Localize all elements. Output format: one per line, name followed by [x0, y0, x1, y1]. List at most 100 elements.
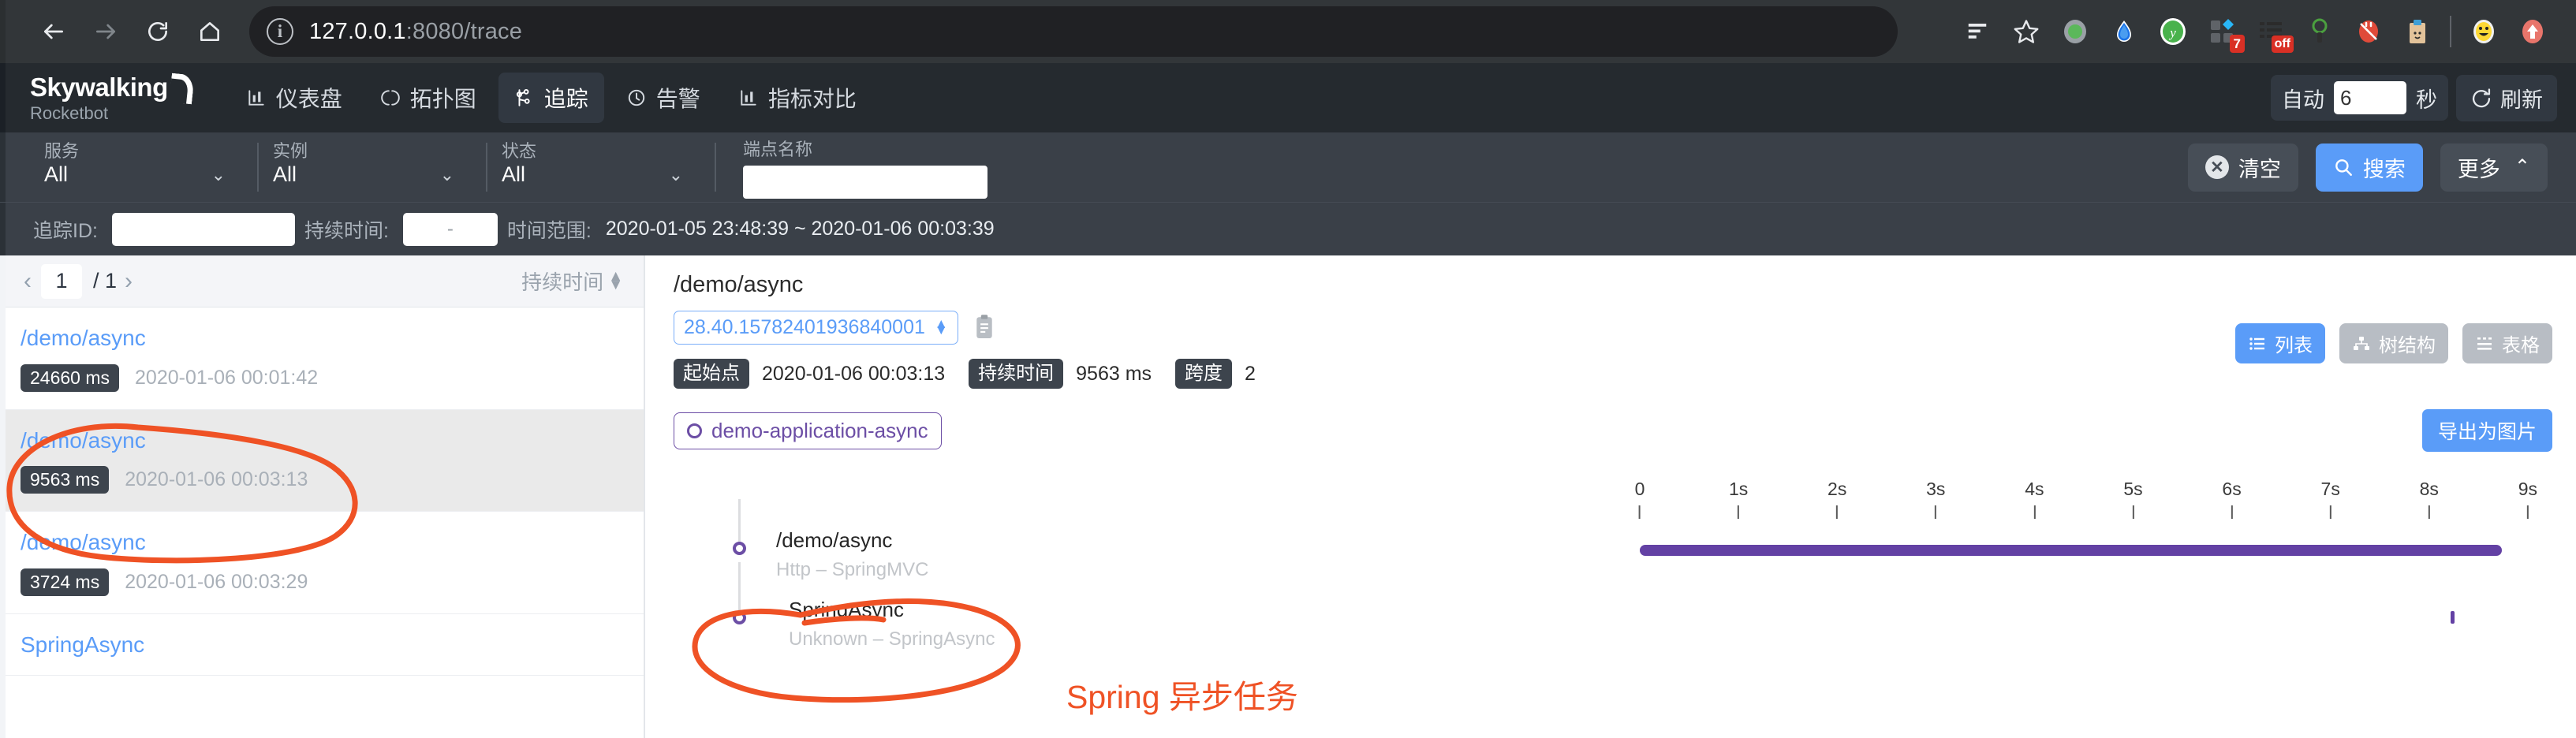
menu-item-trace[interactable]: 追踪 — [498, 73, 604, 123]
time-range-value[interactable]: 2020-01-05 23:48:39 ~ 2020-01-06 00:03:3… — [606, 218, 995, 240]
more-label: 更多 — [2457, 157, 2500, 181]
main-content: ‹ 1 / 1 › 持续时间 ▲ ▼ /demo/async 24660 ms 2… — [0, 255, 2576, 738]
clipboard-copy-icon[interactable] — [973, 314, 996, 341]
profile-avatar-icon[interactable] — [2508, 7, 2557, 56]
auto-refresh-interval-input[interactable] — [2334, 81, 2406, 114]
duration-filter-label: 持续时间: — [304, 219, 389, 242]
span-bar-track — [1640, 594, 2529, 668]
home-button[interactable] — [188, 9, 232, 54]
tick-6: 6s — [2222, 480, 2242, 520]
topology-icon — [380, 88, 401, 108]
url-host: 127.0.0.1 — [309, 18, 406, 44]
chevron-down-icon: ⌄ — [439, 165, 454, 184]
view-mode-list-button[interactable]: 列表 — [2235, 323, 2325, 363]
view-mode-table-button[interactable]: 表格 — [2462, 323, 2552, 363]
trace-id-select[interactable]: 28.40.15782401936840001 ▲ ▼ — [674, 310, 958, 345]
current-page-input[interactable]: 1 — [41, 263, 82, 299]
app-logo[interactable]: Skywalking Rocketbot — [30, 74, 186, 122]
instance-select[interactable]: 实例 All ⌄ — [259, 143, 487, 192]
reload-icon — [148, 22, 167, 41]
pagination-bar: ‹ 1 / 1 › 持续时间 ▲ ▼ — [0, 255, 644, 308]
bookmark-star-icon[interactable] — [2002, 7, 2051, 56]
blue-drop-extension-icon[interactable] — [2100, 7, 2149, 56]
tick-mark — [1638, 505, 1641, 520]
sort-by-duration-button[interactable]: 持续时间 ▲ ▼ — [521, 266, 623, 296]
status-select-label: 状态 — [502, 141, 537, 161]
red-plug-extension-icon[interactable] — [2344, 7, 2393, 56]
next-page-button[interactable]: › — [117, 269, 140, 293]
trace-list: /demo/async 24660 ms 2020-01-06 00:01:42… — [0, 308, 644, 738]
close-icon: ✕ — [2205, 155, 2229, 179]
list-extension-icon[interactable]: off — [2246, 7, 2295, 56]
menu-item-dashboard[interactable]: 仪表盘 — [230, 73, 358, 123]
forward-button[interactable] — [84, 9, 128, 54]
more-button[interactable]: 更多 ⌃ — [2440, 143, 2548, 192]
view-mode-tree-button[interactable]: 树结构 — [2339, 323, 2448, 363]
refresh-icon — [2472, 88, 2491, 108]
span-row[interactable]: SpringAsync Unknown – SpringAsync — [674, 562, 2552, 668]
clear-button[interactable]: ✕ 清空 — [2187, 143, 2298, 192]
navbar-right: 自动 秒 刷新 — [2271, 74, 2576, 121]
span-dot-icon — [733, 611, 746, 625]
tick-mark — [1836, 505, 1839, 520]
menu-item-alarm[interactable]: 告警 — [610, 73, 716, 123]
reading-list-icon[interactable] — [1953, 7, 2002, 56]
list-item[interactable]: /demo/async 24660 ms 2020-01-06 00:01:42 — [0, 308, 644, 410]
duration-filter-input[interactable] — [402, 212, 498, 246]
logo-swoosh-icon — [170, 79, 186, 99]
view-mode-list-label: 列表 — [2275, 335, 2313, 356]
browser-toolbar: i 127.0.0.1:8080/trace y 7 off — [0, 0, 2576, 63]
prev-page-button[interactable]: ‹ — [16, 269, 39, 293]
span-tree-connector — [713, 562, 760, 668]
timeline-ruler: 0 1s 2s 3s 4s 5s 6s 7s 8s 9s — [1635, 480, 2537, 524]
span-bar[interactable] — [1640, 545, 2503, 557]
endpoint-name-group: 端点名称 — [743, 136, 987, 199]
trace-item-duration: 24660 ms — [21, 363, 120, 392]
emoji-extension-icon[interactable] — [2459, 7, 2508, 56]
dashboard-icon — [246, 88, 267, 108]
menu-label-topology: 拓扑图 — [409, 87, 476, 111]
browser-nav-buttons — [32, 9, 232, 54]
view-mode-buttons: 列表 树结构 表格 — [2235, 323, 2552, 363]
search-button[interactable]: 搜索 — [2315, 143, 2423, 192]
main-menu: 仪表盘 拓扑图 追踪 告警 指标对比 — [230, 73, 872, 123]
search-label: 搜索 — [2362, 157, 2406, 181]
clipboard-extension-icon[interactable] — [2393, 7, 2442, 56]
duration-value: 9563 ms — [1076, 362, 1152, 385]
view-mode-tree-label: 树结构 — [2379, 335, 2436, 356]
trace-id-input[interactable] — [111, 212, 295, 246]
address-bar[interactable]: i 127.0.0.1:8080/trace — [249, 6, 1898, 57]
menu-item-topology[interactable]: 拓扑图 — [364, 73, 492, 123]
span-row[interactable]: /demo/async Http – SpringMVC — [674, 499, 2552, 594]
export-image-button[interactable]: 导出为图片 — [2421, 409, 2552, 453]
service-select[interactable]: 服务 All ⌄ — [30, 143, 259, 192]
blocks-extension-icon[interactable]: 7 — [2197, 7, 2246, 56]
green-y-extension-icon[interactable]: y — [2149, 7, 2197, 56]
reload-button[interactable] — [136, 9, 180, 54]
service-dot-icon — [687, 423, 702, 438]
home-icon — [200, 22, 219, 41]
tick-mark — [2329, 505, 2331, 520]
green-circle-extension-icon[interactable] — [2051, 7, 2100, 56]
site-info-icon[interactable]: i — [267, 18, 293, 45]
menu-item-compare[interactable]: 指标对比 — [722, 73, 872, 123]
list-item[interactable]: /demo/async 3724 ms 2020-01-06 00:03:29 — [0, 512, 644, 614]
magnifier-extension-icon[interactable] — [2295, 7, 2344, 56]
back-button[interactable] — [32, 9, 76, 54]
time-range-label: 时间范围: — [506, 219, 592, 242]
list-item[interactable]: SpringAsync — [0, 614, 644, 676]
refresh-button[interactable]: 刷新 — [2456, 74, 2557, 121]
list-item[interactable]: /demo/async 9563 ms 2020-01-06 00:03:13 — [0, 409, 644, 512]
page-title: /demo/async — [674, 272, 804, 297]
clear-label: 清空 — [2238, 157, 2281, 181]
service-tag[interactable]: demo-application-async — [674, 412, 942, 449]
tick-7: 7s — [2321, 480, 2340, 520]
span-bar[interactable] — [2450, 611, 2455, 624]
toolbar-divider — [2450, 16, 2451, 47]
status-select[interactable]: 状态 All ⌄ — [487, 143, 716, 192]
instance-select-label: 实例 — [273, 141, 308, 161]
endpoint-name-input[interactable] — [743, 166, 987, 199]
trace-list-panel: ‹ 1 / 1 › 持续时间 ▲ ▼ /demo/async 24660 ms 2… — [0, 255, 645, 738]
app-logo-sub: Rocketbot — [30, 102, 109, 123]
span-bar-track — [1640, 520, 2529, 594]
